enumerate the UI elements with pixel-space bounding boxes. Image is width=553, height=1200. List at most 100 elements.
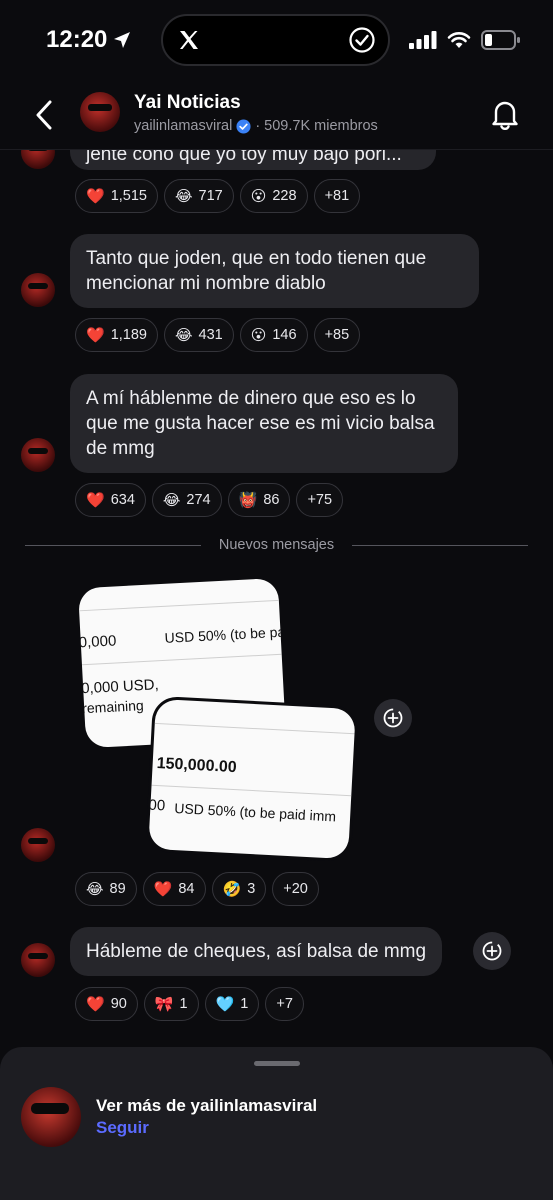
image-text: remaining xyxy=(81,697,145,717)
verified-badge-icon xyxy=(236,118,251,134)
reaction-bar: ❤️ 634 😂 274 👹 86 +75 xyxy=(75,483,344,517)
image-rule xyxy=(154,722,355,735)
reaction-chip[interactable]: ❤️ 90 xyxy=(75,987,138,1021)
sender-avatar[interactable] xyxy=(21,273,55,307)
clock: 12:20 xyxy=(46,26,131,54)
reaction-chip[interactable]: ❤️ 1,515 xyxy=(75,179,158,213)
reaction-count: 90 xyxy=(110,996,127,1012)
message-text: Tanto que joden, que en todo tienen que … xyxy=(86,248,427,294)
reaction-count: +81 xyxy=(324,188,350,204)
channel-handle: yailinlamasviral xyxy=(134,118,233,134)
reaction-count: 3 xyxy=(247,881,256,897)
follow-sheet: Ver más de yailinlamasviral Seguir xyxy=(0,1047,553,1200)
reaction-count: 1,515 xyxy=(110,188,147,204)
reaction-chip[interactable]: 🤣 3 xyxy=(211,872,267,906)
reaction-emoji: ❤️ xyxy=(86,491,105,509)
sheet-title[interactable]: Ver más de yailinlamasviral xyxy=(96,1096,317,1116)
reaction-bar: ❤️ 1,189 😂 431 😮 146 +85 xyxy=(75,318,361,352)
reaction-chip[interactable]: 😂 274 xyxy=(151,483,222,517)
reaction-bar: 😂 89 ❤️ 84 🤣 3 +20 xyxy=(75,872,319,906)
channel-avatar[interactable] xyxy=(80,92,120,132)
reaction-chip[interactable]: 🎀 1 xyxy=(143,987,199,1021)
reaction-count: 1,189 xyxy=(110,327,147,343)
reaction-count: 634 xyxy=(110,492,135,508)
reaction-emoji: 🎀 xyxy=(154,995,174,1013)
location-arrow-icon xyxy=(114,32,131,48)
sender-avatar[interactable] xyxy=(21,943,55,977)
image-text: 00 xyxy=(148,796,166,815)
image-rule xyxy=(151,784,352,797)
reaction-count: +7 xyxy=(276,996,293,1012)
reaction-bar: ❤️ 1,515 😂 717 😮 228 +81 xyxy=(75,179,361,213)
reaction-count: 146 xyxy=(272,327,297,343)
reaction-count: 274 xyxy=(186,492,211,508)
message-text: A mí háblenme de dinero que eso es lo qu… xyxy=(86,388,435,459)
share-button[interactable] xyxy=(473,932,511,970)
reaction-emoji: 😂 xyxy=(86,880,104,898)
image-text: 0,000 USD, xyxy=(80,676,160,698)
profile-avatar[interactable] xyxy=(21,1087,81,1147)
reaction-chip[interactable]: 😂 431 xyxy=(163,318,234,352)
image-rule xyxy=(79,599,279,612)
message-bubble[interactable]: Tanto que joden, que en todo tienen que … xyxy=(70,234,479,308)
reaction-chip[interactable]: 😮 146 xyxy=(239,318,308,352)
clock-time: 12:20 xyxy=(46,26,108,53)
more-reactions-chip[interactable]: +20 xyxy=(272,872,319,906)
wifi-icon xyxy=(447,32,471,48)
bullet-separator: · xyxy=(255,118,261,134)
reaction-count: 86 xyxy=(263,492,280,508)
reaction-emoji: ❤️ xyxy=(86,187,105,205)
reaction-count: 1 xyxy=(240,996,249,1012)
reaction-chip[interactable]: ❤️ 84 xyxy=(142,872,206,906)
reaction-emoji: ❤️ xyxy=(86,326,105,344)
back-chevron-icon[interactable] xyxy=(30,98,60,132)
channel-name[interactable]: Yai Noticias xyxy=(134,92,241,114)
more-reactions-chip[interactable]: +7 xyxy=(265,987,304,1021)
more-reactions-chip[interactable]: +85 xyxy=(313,318,361,352)
message-bubble[interactable]: A mí háblenme de dinero que eso es lo qu… xyxy=(70,374,458,473)
reaction-emoji: 😂 xyxy=(174,187,193,205)
reaction-count: 1 xyxy=(179,996,188,1012)
reaction-chip[interactable]: 👹 86 xyxy=(227,483,291,517)
share-icon xyxy=(383,708,403,728)
reaction-count: 84 xyxy=(178,881,195,897)
reaction-chip[interactable]: 😂 717 xyxy=(163,179,234,213)
share-button[interactable] xyxy=(374,699,412,737)
more-reactions-chip[interactable]: +75 xyxy=(296,483,344,517)
message-feed[interactable]: jente cono que yo toy muy bajo pori... ❤… xyxy=(0,130,553,1048)
sender-avatar[interactable] xyxy=(21,438,55,472)
reaction-count: +75 xyxy=(307,492,333,508)
channel-header: Yai Noticias yailinlamasviral · 509.7K m… xyxy=(0,80,553,150)
more-reactions-chip[interactable]: +81 xyxy=(313,179,361,213)
follow-button[interactable]: Seguir xyxy=(96,1118,149,1138)
image-text: 0,000 xyxy=(78,632,117,652)
image-rule xyxy=(81,653,282,666)
reaction-chip[interactable]: 😮 228 xyxy=(239,179,308,213)
reaction-chip[interactable]: 🩵 1 xyxy=(204,987,260,1021)
member-count: 509.7K miembros xyxy=(264,118,378,134)
reaction-emoji: ❤️ xyxy=(86,995,105,1013)
dynamic-island xyxy=(161,14,390,66)
sheet-handle[interactable] xyxy=(254,1061,300,1066)
new-messages-divider: Nuevos mensajes xyxy=(25,537,528,553)
reaction-chip[interactable]: ❤️ 634 xyxy=(75,483,146,517)
signal-icon xyxy=(409,31,437,49)
sender-avatar[interactable] xyxy=(21,828,55,862)
reaction-count: 431 xyxy=(198,327,223,343)
reaction-emoji: 😮 xyxy=(250,326,267,344)
reaction-emoji: ❤️ xyxy=(153,880,173,898)
message-bubble[interactable]: Hábleme de cheques, así balsa de mmg xyxy=(70,927,443,976)
battery-icon xyxy=(481,30,520,50)
message-text: Hábleme de cheques, así balsa de mmg xyxy=(86,941,427,962)
reaction-emoji: 🤣 xyxy=(222,880,242,898)
reaction-emoji: 😮 xyxy=(250,187,267,205)
reaction-chip[interactable]: 😂 89 xyxy=(75,872,137,906)
channel-subtitle: yailinlamasviral · 509.7K miembros xyxy=(134,118,378,134)
reaction-chip[interactable]: ❤️ 1,189 xyxy=(75,318,158,352)
share-icon xyxy=(482,941,502,961)
reaction-bar: ❤️ 90 🎀 1 🩵 1 +7 xyxy=(75,987,304,1021)
image-attachment[interactable]: 150,000.00 00 USD 50% (to be paid imm xyxy=(148,698,356,860)
reaction-emoji: 😂 xyxy=(162,491,181,509)
bell-icon[interactable] xyxy=(491,98,519,130)
reaction-count: 717 xyxy=(198,188,223,204)
